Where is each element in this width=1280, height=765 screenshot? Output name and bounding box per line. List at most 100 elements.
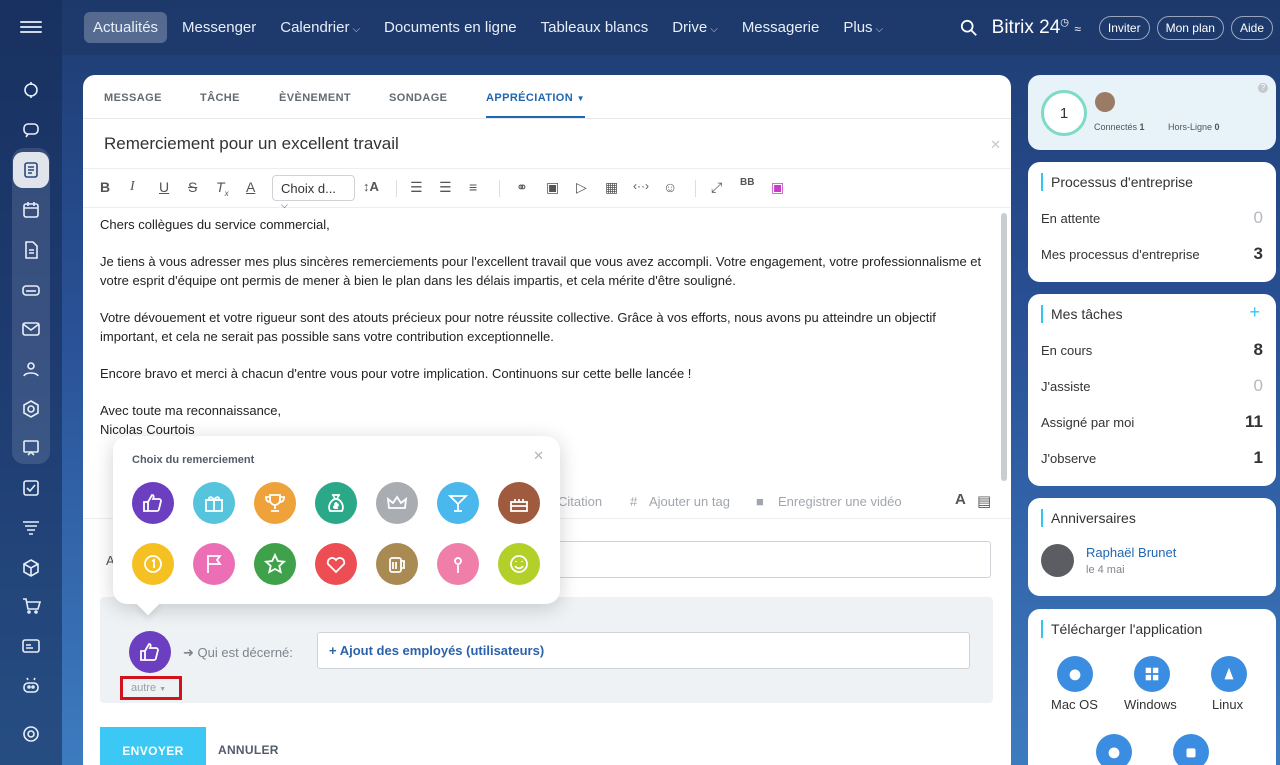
tab-task[interactable]: TÂCHE: [200, 92, 240, 104]
post-title[interactable]: Remerciement pour un excellent travail: [104, 134, 399, 154]
font-color-icon[interactable]: A: [246, 179, 255, 195]
task-row[interactable]: J'assiste 0: [1041, 376, 1263, 395]
invite-button[interactable]: Inviter: [1098, 15, 1150, 40]
calendar-icon[interactable]: [13, 192, 49, 228]
help-icon[interactable]: ?: [1258, 83, 1268, 93]
heart-badge[interactable]: [315, 543, 357, 585]
chat-icon[interactable]: [13, 112, 49, 148]
android-icon[interactable]: [1173, 734, 1209, 765]
strikethrough-icon[interactable]: S: [188, 179, 197, 195]
processes-title[interactable]: Processus d'entreprise: [1041, 173, 1193, 191]
money-bag-badge[interactable]: [315, 482, 357, 524]
tab-appreciation[interactable]: APPRÉCIATION ▼: [486, 92, 585, 118]
bbcode-icon[interactable]: BB: [740, 177, 754, 188]
flower-badge[interactable]: [437, 543, 479, 585]
nav-mail[interactable]: Messagerie: [733, 12, 829, 43]
tab-message[interactable]: MESSAGE: [104, 92, 162, 104]
nav-drive[interactable]: Drive ⌵: [663, 12, 727, 43]
video-icon[interactable]: ▷: [576, 179, 587, 196]
box-icon[interactable]: [13, 550, 49, 586]
ios-icon[interactable]: [1096, 734, 1132, 765]
scrollbar[interactable]: [1001, 213, 1007, 481]
send-button[interactable]: ENVOYER: [100, 727, 206, 765]
avatar[interactable]: [1095, 92, 1115, 112]
drive-icon[interactable]: [13, 272, 49, 308]
tasks-title[interactable]: Mes tâches: [1041, 305, 1123, 323]
process-row[interactable]: En attente 0: [1041, 208, 1263, 227]
help-button[interactable]: Aide: [1230, 15, 1273, 40]
bold-icon[interactable]: B: [100, 179, 110, 195]
emoji-icon[interactable]: ☺: [663, 179, 677, 195]
code-icon[interactable]: ‹··›: [633, 179, 649, 193]
task-row[interactable]: En cours 8: [1041, 340, 1263, 359]
thumbs-up-badge[interactable]: [132, 482, 174, 524]
birthdays-title[interactable]: Anniversaires: [1041, 509, 1136, 527]
windows-label[interactable]: Windows: [1124, 697, 1177, 712]
citation-button[interactable]: Citation: [558, 494, 602, 509]
recipients-field[interactable]: [553, 541, 991, 578]
coin-badge[interactable]: [132, 543, 174, 585]
numbered-list-icon[interactable]: ☰: [410, 179, 423, 196]
process-row[interactable]: Mes processus d'entreprise 3: [1041, 244, 1263, 263]
bullet-list-icon[interactable]: ☰: [439, 179, 452, 196]
hexagon-icon[interactable]: [13, 391, 49, 427]
cocktail-badge[interactable]: [437, 482, 479, 524]
macos-label[interactable]: Mac OS: [1051, 697, 1098, 712]
linux-icon[interactable]: [1211, 656, 1247, 692]
avatar[interactable]: [1041, 544, 1074, 577]
tab-event[interactable]: ÈVÈNEMENT: [279, 92, 351, 104]
task-row[interactable]: J'observe 1: [1041, 448, 1263, 467]
selected-badge[interactable]: [129, 631, 171, 673]
fullscreen-icon[interactable]: ⤢: [711, 179, 722, 196]
search-icon[interactable]: [960, 19, 978, 37]
nav-whiteboards[interactable]: Tableaux blancs: [532, 12, 658, 43]
birthday-name[interactable]: Raphaël Brunet: [1086, 545, 1176, 560]
close-icon[interactable]: ✕: [990, 137, 1001, 153]
trophy-badge[interactable]: [254, 482, 296, 524]
font-size-icon[interactable]: ↕A: [363, 179, 379, 194]
mail-icon[interactable]: [13, 311, 49, 347]
cancel-button[interactable]: ANNULER: [218, 743, 279, 757]
nav-messenger[interactable]: Messenger: [173, 12, 265, 43]
feed-icon[interactable]: [13, 152, 49, 188]
tab-poll[interactable]: SONDAGE: [389, 92, 447, 104]
sync-icon[interactable]: [13, 72, 49, 108]
tasks-icon[interactable]: [13, 470, 49, 506]
nav-news[interactable]: Actualités: [84, 12, 168, 43]
align-icon[interactable]: ≡: [469, 179, 477, 195]
switch-icon[interactable]: ≈: [1074, 22, 1081, 36]
cart-icon[interactable]: [13, 588, 49, 624]
document-icon[interactable]: [13, 232, 49, 268]
font-style-select[interactable]: Choix d... ⌵: [272, 175, 355, 210]
funnel-icon[interactable]: [13, 510, 49, 546]
apple-icon[interactable]: [1057, 656, 1093, 692]
panel-icon[interactable]: ▤: [977, 492, 991, 510]
board-icon[interactable]: [13, 430, 49, 466]
nav-documents[interactable]: Documents en ligne: [375, 12, 526, 43]
underline-icon[interactable]: U: [159, 179, 169, 195]
apps-title[interactable]: Télécharger l'application: [1040, 620, 1202, 638]
smile-badge[interactable]: [498, 543, 540, 585]
nav-more[interactable]: Plus ⌵: [834, 12, 892, 43]
beer-badge[interactable]: [376, 543, 418, 585]
nav-calendar[interactable]: Calendrier ⌵: [271, 12, 369, 43]
settings-icon[interactable]: [13, 716, 49, 752]
crown-badge[interactable]: [376, 482, 418, 524]
contacts-icon[interactable]: [13, 351, 49, 387]
presence-count[interactable]: 1: [1041, 90, 1087, 136]
robot-icon[interactable]: [13, 668, 49, 704]
windows-icon[interactable]: [1134, 656, 1170, 692]
italic-icon[interactable]: I: [130, 179, 135, 195]
message-body[interactable]: Chers collègues du service commercial, J…: [100, 215, 990, 457]
cake-badge[interactable]: [498, 482, 540, 524]
ai-image-icon[interactable]: ▣: [771, 179, 784, 196]
add-task-button[interactable]: +: [1249, 302, 1260, 323]
link-icon[interactable]: ⚭: [516, 179, 528, 196]
close-icon[interactable]: ✕: [533, 448, 544, 464]
card-icon[interactable]: [13, 628, 49, 664]
add-tag-button[interactable]: Ajouter un tag: [649, 494, 730, 509]
task-row[interactable]: Assigné par moi 11: [1041, 412, 1263, 431]
linux-label[interactable]: Linux: [1212, 697, 1243, 712]
menu-icon[interactable]: [20, 18, 42, 36]
gift-badge[interactable]: [193, 482, 235, 524]
